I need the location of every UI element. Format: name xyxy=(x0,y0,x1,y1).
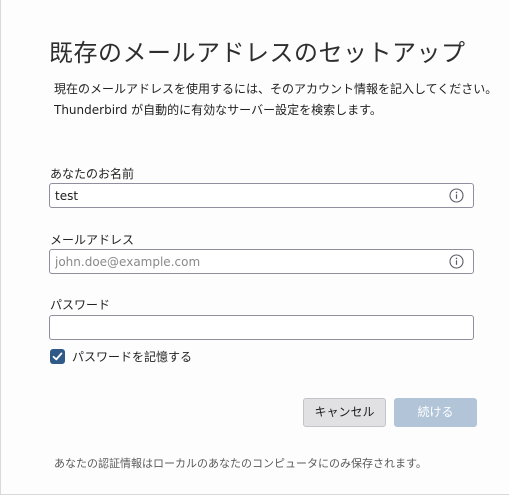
password-input[interactable] xyxy=(50,316,470,339)
email-label: メールアドレス xyxy=(50,233,135,247)
checkmark-icon xyxy=(52,352,63,361)
description-line-1: 現在のメールアドレスを使用するには、そのアカウント情報を記入してください。 xyxy=(54,82,498,96)
continue-button[interactable]: 続ける xyxy=(394,398,477,427)
name-field xyxy=(49,183,474,208)
page-title: 既存のメールアドレスのセットアップ xyxy=(49,39,466,67)
password-field xyxy=(49,315,474,340)
privacy-note: あなたの認証情報はローカルのあなたのコンピュータにのみ保存されます。 xyxy=(54,457,427,470)
cancel-button[interactable]: キャンセル xyxy=(303,398,386,427)
remember-password-checkbox[interactable] xyxy=(50,349,65,364)
email-field xyxy=(49,249,474,274)
remember-password-row[interactable]: パスワードを記憶する xyxy=(50,348,192,365)
info-icon[interactable] xyxy=(449,188,464,203)
name-input[interactable] xyxy=(50,184,440,207)
password-label: パスワード xyxy=(50,298,111,312)
name-label: あなたのお名前 xyxy=(50,167,135,181)
account-setup-window: 既存のメールアドレスのセットアップ 現在のメールアドレスを使用するには、そのアカ… xyxy=(0,0,509,495)
info-icon[interactable] xyxy=(449,254,464,269)
remember-password-label: パスワードを記憶する xyxy=(72,350,193,364)
email-input[interactable] xyxy=(50,250,440,273)
description-line-2: Thunderbird が自動的に有効なサーバー設定を検索します。 xyxy=(54,103,382,117)
